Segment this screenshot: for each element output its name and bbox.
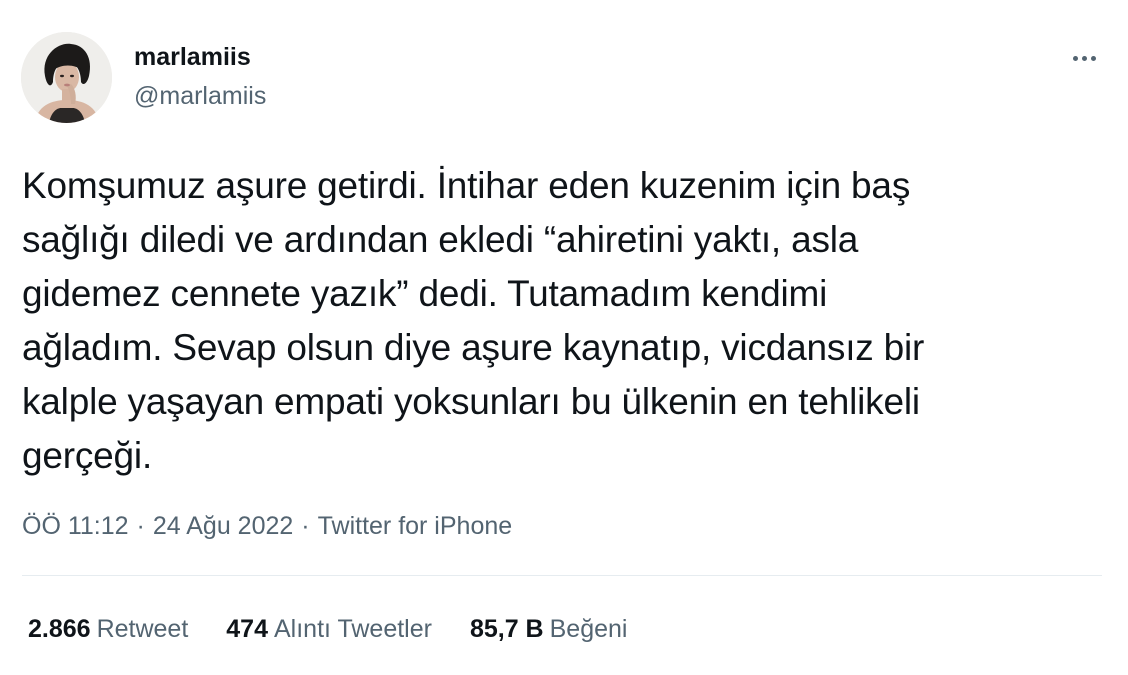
tweet-time[interactable]: ÖÖ 11:12 (22, 510, 129, 542)
likes-label: Beğeni (549, 615, 628, 643)
more-horizontal-icon-dot-2 (1081, 55, 1087, 61)
tweet-text-line: gerçeği. (22, 435, 153, 476)
quote-tweets-count: 474 (226, 615, 268, 643)
engagement-stats: 2.866 Retweet 474 Alıntı Tweetler 85,7 B Be… (28, 613, 665, 645)
tweet-card: marlamiis @marlamiis Komşumuz aşure geti… (0, 0, 1128, 675)
quote-tweets-stat[interactable]: 474 Alıntı Tweetler (226, 613, 432, 645)
profile-photo-icon (21, 32, 112, 123)
tweet-text: Komşumuz aşure getirdi. İntihar eden kuz… (22, 159, 1112, 483)
divider (22, 575, 1102, 576)
more-options-button[interactable] (1062, 42, 1106, 74)
retweets-label: Retweet (96, 615, 189, 643)
quote-tweets-label: Alıntı Tweetler (274, 615, 432, 643)
more-horizontal-icon (1072, 55, 1078, 61)
meta-separator: · (301, 512, 310, 540)
retweets-count: 2.866 (28, 615, 91, 643)
tweet-text-line: ağladım. Sevap olsun diye aşure kaynatıp… (22, 327, 925, 368)
likes-count: 85,7 B (469, 615, 544, 643)
tweet-text-line: kalple yaşayan empati yoksunları bu ülke… (22, 381, 920, 422)
tweet-metadata: ÖÖ 11:12 · 24 Ağu 2022 · Twitter for iPh… (22, 510, 512, 542)
tweet-text-line: Komşumuz aşure getirdi. İntihar eden kuz… (22, 165, 911, 206)
likes-stat[interactable]: 85,7 B Beğeni (470, 613, 628, 645)
tweet-source[interactable]: Twitter for iPhone (318, 510, 513, 542)
display-name[interactable]: marlamiis (134, 42, 251, 72)
more-horizontal-icon-dot-3 (1090, 55, 1096, 61)
username-handle[interactable]: @marlamiis (134, 81, 266, 111)
tweet-date[interactable]: 24 Ağu 2022 (153, 510, 293, 542)
meta-separator: · (136, 512, 145, 540)
tweet-text-line: sağlığı diledi ve ardından ekledi “ahire… (22, 219, 859, 260)
avatar[interactable] (21, 32, 112, 123)
tweet-text-line: gidemez cennete yazık” dedi. Tutamadım k… (22, 273, 828, 314)
retweets-stat[interactable]: 2.866 Retweet (28, 613, 188, 645)
